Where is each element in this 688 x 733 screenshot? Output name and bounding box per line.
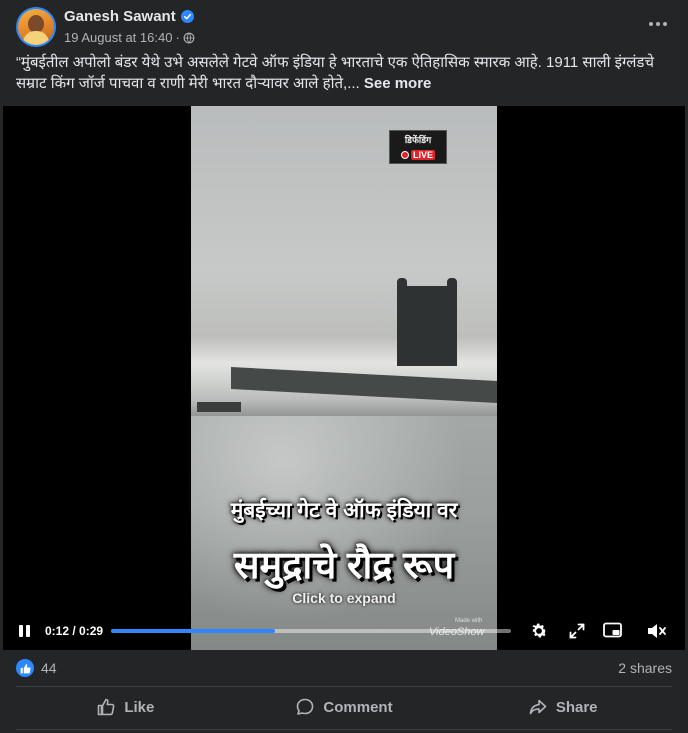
mute-icon[interactable] (645, 620, 669, 642)
video-progress-fill (111, 629, 275, 633)
post-stats: 44 2 shares (16, 657, 672, 681)
see-more-link[interactable]: See more (364, 75, 432, 92)
post-caption: “मुंबईतील अपोलो बंडर येथे उभे असलेले गेट… (16, 52, 672, 94)
author-row: Ganesh Sawant (64, 8, 194, 25)
gateway-of-india-image (397, 278, 457, 366)
like-label: Like (124, 698, 155, 716)
reaction-count[interactable]: 44 (41, 660, 57, 676)
video-overlay-line2: समुद्राचे रौद्र रूप (233, 545, 455, 587)
more-options-icon[interactable] (646, 16, 670, 32)
video-time: 0:12 / 0:29 (45, 624, 104, 638)
post-actions: Like Comment Share (16, 689, 672, 725)
post-timestamp[interactable]: 19 August at 16:40 (64, 30, 172, 45)
comment-button[interactable]: Comment (235, 689, 454, 725)
live-dot-icon (400, 151, 409, 159)
post-header: Ganesh Sawant 19 August at 16:40 · (16, 6, 672, 48)
author-name[interactable]: Ganesh Sawant (64, 8, 176, 25)
pause-icon[interactable] (18, 623, 32, 639)
share-button[interactable]: Share (453, 689, 672, 725)
avatar[interactable] (16, 7, 56, 47)
divider (16, 686, 672, 687)
post-meta: 19 August at 16:40 · (64, 30, 195, 45)
divider-bottom (16, 729, 672, 730)
video-frame: डिफेंडिंग LIVE मुंबईच्या गेट वे ऑफ इंडिय… (191, 106, 497, 650)
video-player[interactable]: डिफेंडिंग LIVE मुंबईच्या गेट वे ऑफ इंडिय… (3, 106, 685, 650)
verified-badge-icon (180, 10, 194, 23)
channel-logo-text: डिफेंडिंग (404, 135, 432, 145)
channel-live-badge: डिफेंडिंग LIVE (389, 130, 447, 164)
expand-icon[interactable] (565, 620, 589, 642)
share-count[interactable]: 2 shares (618, 660, 672, 676)
avatar-image (18, 9, 54, 45)
share-label: Share (555, 698, 598, 716)
like-reaction-icon[interactable] (16, 659, 34, 677)
thumbs-up-icon (98, 698, 115, 716)
video-overlay-line1: मुंबईच्या गेट वे ऑफ इंडिया वर (230, 499, 458, 522)
comment-icon (297, 698, 314, 715)
video-progress-bar[interactable] (111, 629, 511, 633)
comment-label: Comment (323, 698, 393, 716)
share-arrow-icon (529, 699, 547, 715)
click-to-expand[interactable]: Click to expand (3, 590, 685, 606)
caption-text: “मुंबईतील अपोलो बंडर येथे उभे असलेले गेट… (16, 54, 654, 92)
live-label: LIVE (410, 150, 435, 160)
globe-icon (183, 32, 195, 43)
settings-icon[interactable] (527, 620, 551, 642)
miniplayer-icon[interactable] (601, 620, 625, 642)
facebook-post: Ganesh Sawant 19 August at 16:40 · “मुंब… (0, 0, 688, 733)
meta-separator: · (175, 30, 180, 45)
video-controls: 0:12 / 0:29 (3, 616, 685, 650)
like-button[interactable]: Like (16, 689, 235, 725)
